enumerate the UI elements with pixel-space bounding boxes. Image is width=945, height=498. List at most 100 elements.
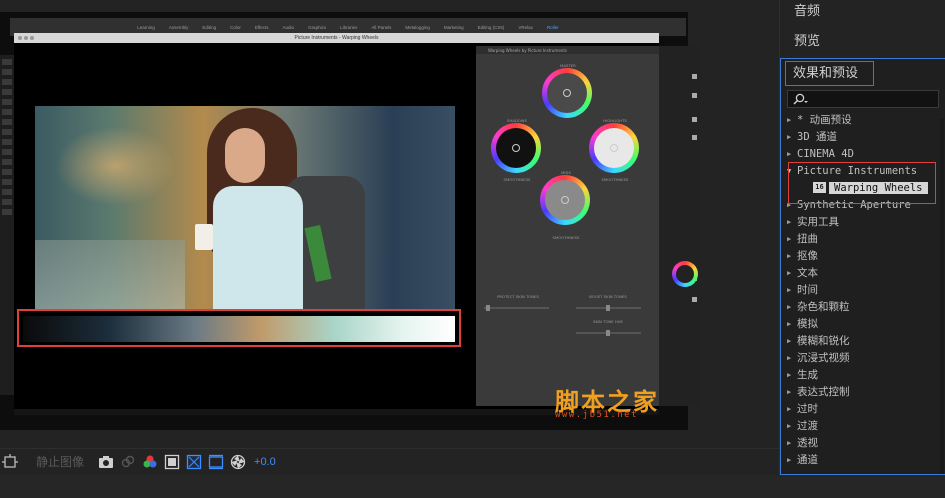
region-toggle-button[interactable] <box>0 452 20 472</box>
workspace-item[interactable]: Color <box>230 25 241 30</box>
highlights-wheel[interactable] <box>589 123 639 173</box>
expand-arrow-icon[interactable]: ▶ <box>787 269 797 277</box>
effect-category[interactable]: ▶ 沉浸式视频 <box>781 349 945 366</box>
expand-arrow-icon[interactable]: ▶ <box>787 354 797 362</box>
expand-arrow-icon[interactable]: ▶ <box>787 218 797 226</box>
expand-arrow-icon[interactable]: ▶ <box>787 150 797 158</box>
color-channels-button[interactable] <box>142 452 158 472</box>
effect-category[interactable]: ▶ 生成 <box>781 366 945 383</box>
master-wheel[interactable] <box>542 68 592 118</box>
expand-arrow-icon[interactable]: ▶ <box>787 439 797 447</box>
controls-header: Warping Wheels by Picture Instruments <box>476 46 659 54</box>
expand-arrow-icon[interactable]: ▶ <box>787 320 797 328</box>
shadows-wheel[interactable] <box>491 123 541 173</box>
effect-category[interactable]: ▶ 模糊和锐化 <box>781 332 945 349</box>
still-image-label[interactable]: 静止图像 <box>36 452 84 472</box>
region-of-interest-button[interactable] <box>208 452 224 472</box>
shadows-wheel-handle[interactable] <box>512 144 520 152</box>
workspace-item[interactable]: Marketing <box>444 25 464 30</box>
strip-row <box>2 209 12 215</box>
expand-arrow-icon[interactable]: ▶ <box>787 252 797 260</box>
effect-category[interactable]: ▶ 抠像 <box>781 247 945 264</box>
effect-category-label: 实用工具 <box>797 216 839 228</box>
expand-arrow-icon[interactable]: ▶ <box>787 371 797 379</box>
highlights-wheel-handle[interactable] <box>610 144 618 152</box>
effect-category[interactable]: ▶ 3D 通道 <box>781 128 945 145</box>
right-panel: 音频 预览 效果和预设 ▶ * 动画预设 ▶ 3D 通道 ▶ CINEMA 4D <box>779 0 945 475</box>
expand-arrow-icon[interactable]: ▶ <box>787 133 797 141</box>
effect-category[interactable]: ▶ 透视 <box>781 434 945 451</box>
master-wheel-handle[interactable] <box>563 89 571 97</box>
workspace-item[interactable]: Effects <box>255 25 269 30</box>
skin-tone-hue-slider[interactable] <box>576 330 641 336</box>
slider-knob[interactable] <box>486 305 490 311</box>
tab-preview[interactable]: 预览 <box>780 30 945 56</box>
expand-arrow-icon[interactable]: ▶ <box>787 286 797 294</box>
effect-category[interactable]: ▶ * 动画预设 <box>781 111 945 128</box>
strip-row <box>2 69 12 75</box>
effects-scrollbar[interactable] <box>940 119 944 474</box>
workspace-item[interactable]: Metalogging <box>405 25 430 30</box>
search-input[interactable] <box>812 92 936 106</box>
effect-category[interactable]: ▶ 杂色和颗粒 <box>781 298 945 315</box>
workspace-item[interactable]: VRelax <box>518 25 533 30</box>
effect-category[interactable]: ▶ 模拟 <box>781 315 945 332</box>
expand-arrow-icon[interactable]: ▶ <box>787 303 797 311</box>
workspace-item[interactable]: Assembly <box>169 25 189 30</box>
workspace-item[interactable]: Editing (CS6) <box>478 25 505 30</box>
workspace-item[interactable]: All Panels <box>371 25 391 30</box>
show-snapshot-button[interactable] <box>120 452 136 472</box>
composition-viewer: Learning Assembly Editing Color Effects … <box>0 0 779 475</box>
mini-color-wheel[interactable] <box>672 261 698 287</box>
effects-search[interactable] <box>787 90 939 108</box>
exposure-value[interactable]: +0.0 <box>254 452 276 472</box>
workspace-item[interactable]: Audio <box>283 25 295 30</box>
expand-arrow-icon[interactable]: ▶ <box>787 337 797 345</box>
effect-category[interactable]: ▶ 扭曲 <box>781 230 945 247</box>
transparency-grid-button[interactable] <box>186 452 202 472</box>
effect-category-label: 时间 <box>797 284 818 296</box>
effect-category-label: 沉浸式视频 <box>797 352 850 364</box>
checkbox[interactable] <box>692 93 697 98</box>
slider-knob[interactable] <box>606 330 610 336</box>
mids-wheel-handle[interactable] <box>561 196 569 204</box>
boost-skin-tones-slider[interactable] <box>576 305 641 311</box>
effects-panel-title[interactable]: 效果和预设 <box>785 61 874 86</box>
checkbox[interactable] <box>692 297 697 302</box>
protect-skin-tones-slider[interactable] <box>484 305 549 311</box>
workspace-item-active[interactable]: Roller <box>547 25 559 30</box>
maximize-window-icon[interactable] <box>30 36 34 40</box>
tab-audio[interactable]: 音频 <box>780 0 945 26</box>
workspace-item[interactable]: Editing <box>202 25 216 30</box>
expand-arrow-icon[interactable]: ▶ <box>787 116 797 124</box>
close-window-icon[interactable] <box>18 36 22 40</box>
checkbox[interactable] <box>692 74 697 79</box>
workspace-item[interactable]: Graphics <box>308 25 326 30</box>
mids-wheel[interactable] <box>540 175 590 225</box>
effect-category[interactable]: ▶ CINEMA 4D <box>781 145 945 162</box>
expand-arrow-icon[interactable]: ▶ <box>787 456 797 464</box>
plugin-titlebar[interactable]: Picture Instruments - Warping Wheels <box>14 33 659 43</box>
checkbox[interactable] <box>692 117 697 122</box>
expand-arrow-icon[interactable]: ▶ <box>787 235 797 243</box>
effect-category[interactable]: ▶ 表达式控制 <box>781 383 945 400</box>
effect-category[interactable]: ▶ 实用工具 <box>781 213 945 230</box>
take-snapshot-button[interactable] <box>98 452 114 472</box>
effect-category[interactable]: ▶ 文本 <box>781 264 945 281</box>
reset-exposure-icon <box>230 454 246 469</box>
slider-knob[interactable] <box>606 305 610 311</box>
expand-arrow-icon[interactable]: ▶ <box>787 405 797 413</box>
effect-category[interactable]: ▶ 过时 <box>781 400 945 417</box>
expand-arrow-icon[interactable]: ▶ <box>787 422 797 430</box>
effect-category[interactable]: ▶ 时间 <box>781 281 945 298</box>
effect-category[interactable]: ▶ 过渡 <box>781 417 945 434</box>
workspace-item[interactable]: Libraries <box>340 25 357 30</box>
boost-skin-tones-label: BOOST SKIN TONES <box>589 294 627 299</box>
expand-arrow-icon[interactable]: ▶ <box>787 388 797 396</box>
effect-category[interactable]: ▶ 通道 <box>781 451 945 468</box>
minimize-window-icon[interactable] <box>24 36 28 40</box>
reset-exposure-button[interactable] <box>230 452 246 472</box>
workspace-item[interactable]: Learning <box>137 25 155 30</box>
checkbox[interactable] <box>692 135 697 140</box>
safe-margins-button[interactable] <box>164 452 180 472</box>
